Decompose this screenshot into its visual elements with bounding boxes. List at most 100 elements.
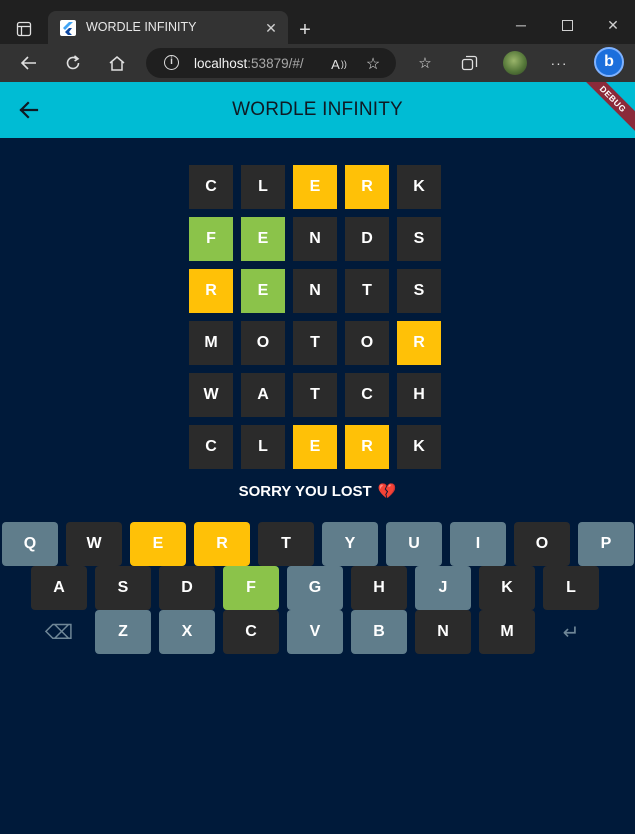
key-e[interactable]: E [130,522,186,566]
browser-tab[interactable]: WORDLE INFINITY ✕ [48,11,288,44]
tab-title: WORDLE INFINITY [86,20,197,34]
letter-tile: C [189,425,233,469]
letter-tile: O [345,321,389,365]
key-q[interactable]: Q [2,522,58,566]
refresh-icon[interactable] [60,51,86,75]
key-a[interactable]: A [31,566,87,610]
letter-tile: R [345,425,389,469]
key-d[interactable]: D [159,566,215,610]
key-o[interactable]: O [514,522,570,566]
key-l[interactable]: L [543,566,599,610]
key-c[interactable]: C [223,610,279,654]
keyboard-row: QWERTYUIOP [2,522,634,566]
letter-tile: E [293,165,337,209]
letter-tile: N [293,217,337,261]
keyboard-row: ASDFGHJKL [31,566,599,610]
letter-tile: H [397,373,441,417]
letter-tile: K [397,165,441,209]
arrow-back-icon [19,101,39,119]
url-host: localhost [194,56,248,71]
letter-tile: T [293,321,337,365]
key-k[interactable]: K [479,566,535,610]
collections-icon[interactable] [458,52,480,74]
letter-tile: R [397,321,441,365]
favorites-icon[interactable]: ☆ [414,52,436,74]
home-icon[interactable] [104,51,130,75]
read-aloud-icon[interactable]: A)) [328,53,350,75]
key-b[interactable]: B [351,610,407,654]
key-u[interactable]: U [386,522,442,566]
navigation-bar: i localhost:53879/#/ [0,44,635,82]
bing-copilot-icon[interactable]: b [594,47,624,77]
guess-row: FENDS [189,217,441,261]
letter-tile: R [189,269,233,313]
key-r[interactable]: R [194,522,250,566]
key-t[interactable]: T [258,522,314,566]
keyboard-row: ⌫ Z X C V B N M ↵ [31,610,599,654]
result-message: SORRY YOU LOST 💔 [0,482,635,501]
flutter-favicon-icon [60,20,76,36]
browser-chrome: WORDLE INFINITY ✕ + ─ ✕ i localhost:5387… [0,0,635,82]
key-j[interactable]: J [415,566,471,610]
maximize-icon[interactable] [551,15,583,35]
letter-tile: E [293,425,337,469]
key-w[interactable]: W [66,522,122,566]
broken-heart-icon: 💔 [377,483,397,500]
key-m[interactable]: M [479,610,535,654]
letter-tile: C [189,165,233,209]
url-path: :53879/#/ [247,56,304,71]
letter-tile: T [293,373,337,417]
letter-tile: T [345,269,389,313]
guess-row: CLERK [189,165,441,209]
address-bar[interactable]: i localhost:53879/#/ [146,48,396,78]
letter-tile: M [189,321,233,365]
result-text: SORRY YOU LOST [238,482,372,500]
key-f[interactable]: F [223,566,279,610]
backspace-key[interactable]: ⌫ [31,610,87,654]
letter-tile: S [397,269,441,313]
minimize-icon[interactable]: ─ [505,15,537,35]
app-bar: WORDLE INFINITY DEBUG [0,82,635,138]
app-viewport: WORDLE INFINITY DEBUG CLERKFENDSRENTSMOT… [0,82,635,834]
site-info-icon[interactable]: i [164,55,179,70]
key-n[interactable]: N [415,610,471,654]
key-h[interactable]: H [351,566,407,610]
letter-tile: D [345,217,389,261]
enter-key[interactable]: ↵ [543,610,599,654]
letter-tile: W [189,373,233,417]
letter-tile: L [241,165,285,209]
guess-row: MOTOR [189,321,441,365]
letter-tile: L [241,425,285,469]
letter-tile: K [397,425,441,469]
letter-tile: E [241,217,285,261]
key-v[interactable]: V [287,610,343,654]
letter-tile: F [189,217,233,261]
back-arrow-icon[interactable] [16,51,42,75]
key-g[interactable]: G [287,566,343,610]
more-options-icon[interactable]: ··· [547,52,571,74]
key-x[interactable]: X [159,610,215,654]
guess-row: RENTS [189,269,441,313]
new-tab-icon[interactable]: + [293,18,317,42]
letter-tile: O [241,321,285,365]
guess-board: CLERKFENDSRENTSMOTORWATCHCLERK [189,165,441,477]
letter-tile: R [345,165,389,209]
key-z[interactable]: Z [95,610,151,654]
tab-close-icon[interactable]: ✕ [260,17,282,39]
tab-actions-icon[interactable] [12,17,36,41]
profile-avatar[interactable] [503,51,527,75]
guess-row: CLERK [189,425,441,469]
key-i[interactable]: I [450,522,506,566]
guess-row: WATCH [189,373,441,417]
letter-tile: A [241,373,285,417]
add-favorite-icon[interactable]: ☆ [362,53,384,75]
letter-tile: S [397,217,441,261]
tab-bar: WORDLE INFINITY ✕ + ─ ✕ [0,7,635,44]
key-y[interactable]: Y [322,522,378,566]
key-s[interactable]: S [95,566,151,610]
key-p[interactable]: P [578,522,634,566]
back-button[interactable] [12,94,46,126]
window-close-icon[interactable]: ✕ [597,15,629,35]
letter-tile: N [293,269,337,313]
letter-tile: C [345,373,389,417]
